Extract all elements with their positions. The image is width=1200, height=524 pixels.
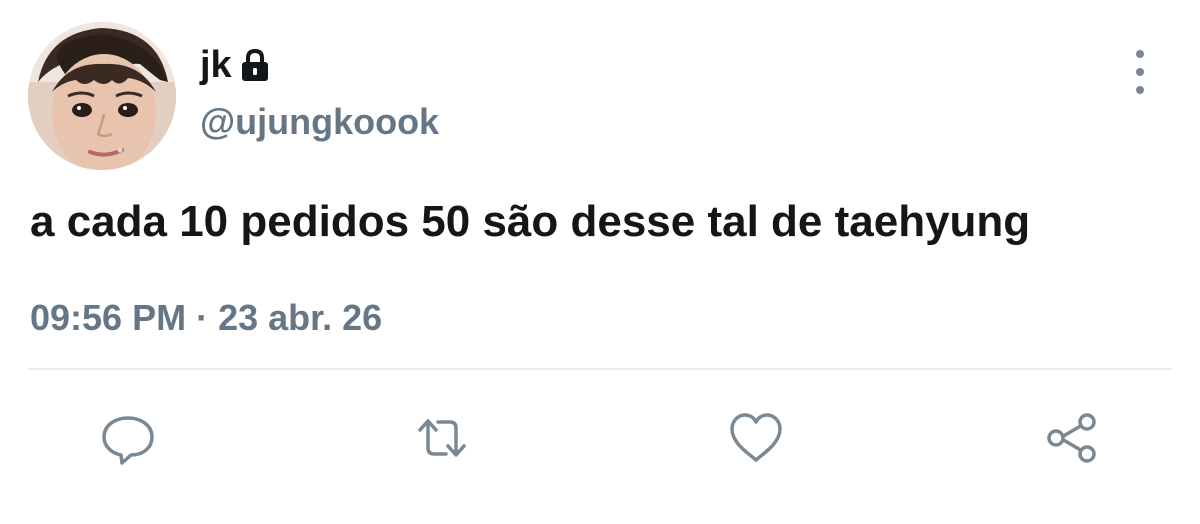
display-name-row: jk <box>200 40 270 90</box>
display-name[interactable]: jk <box>200 46 232 84</box>
tweet-text: a cada 10 pedidos 50 são desse tal de ta… <box>30 197 1031 246</box>
heart-icon <box>730 413 782 462</box>
more-options-icon[interactable] <box>1124 50 1156 94</box>
share-button[interactable] <box>1042 408 1102 468</box>
user-handle[interactable]: @ujungkoook <box>200 104 439 140</box>
retweet-arrows-icon <box>418 419 466 457</box>
avatar-image <box>28 22 176 170</box>
like-button[interactable] <box>726 408 786 468</box>
tweet-timestamp[interactable]: 09:56 PM · 23 abr. 26 <box>30 296 382 339</box>
tweet-card: jk @ujungkoook a cada 10 pedidos 50 são … <box>0 0 1200 524</box>
speech-bubble-icon <box>102 416 154 465</box>
share-nodes-icon <box>1047 413 1096 463</box>
retweet-button[interactable] <box>412 408 472 468</box>
reply-button[interactable] <box>98 408 158 468</box>
lock-icon <box>240 48 270 82</box>
divider <box>28 368 1172 370</box>
avatar[interactable] <box>28 22 176 170</box>
